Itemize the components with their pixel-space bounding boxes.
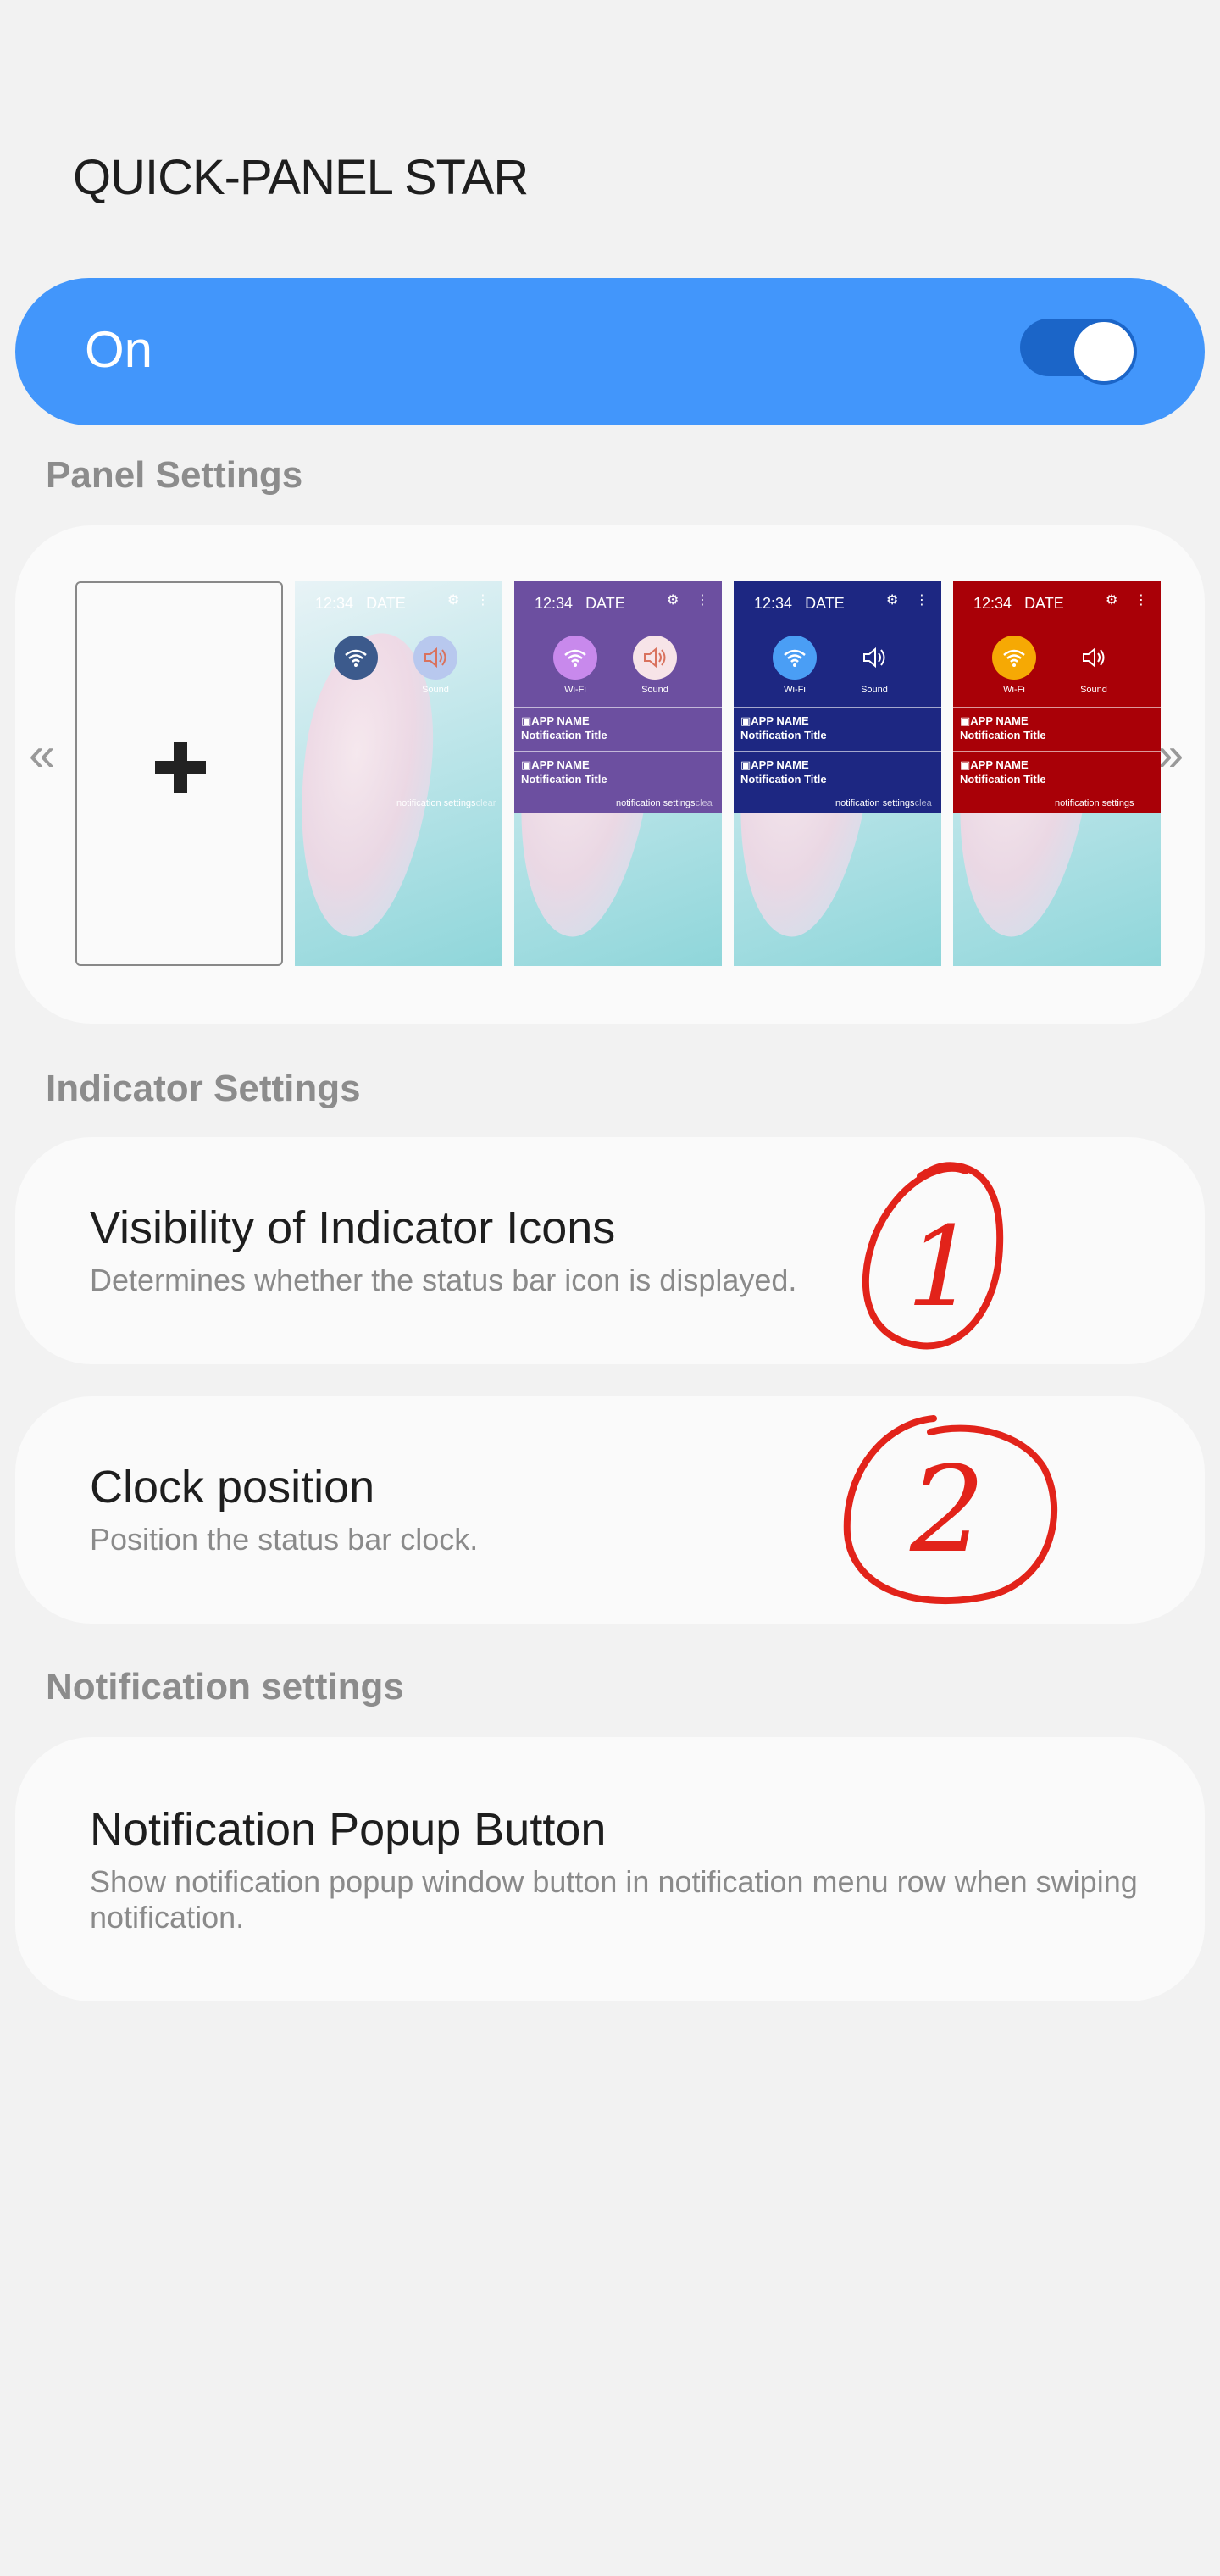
theme-thumbnail[interactable]: 12:34 DATE ⚙ ⋮ Sound notification settingscl…	[295, 581, 502, 966]
section-title-panel: Panel Settings	[46, 454, 303, 496]
notification-title: Notification Title	[960, 773, 1046, 786]
wifi-label: Wi-Fi	[1003, 685, 1025, 695]
setting-title: Notification Popup Button	[90, 1804, 607, 1855]
sound-icon	[1072, 636, 1116, 680]
carousel-prev-icon[interactable]: «	[29, 730, 55, 778]
theme-thumbnail[interactable]: 12:34 DATE ⚙ ⋮ Wi-Fi Sound ▣APP NAME Notificat…	[953, 581, 1161, 966]
app-icon: ▣	[960, 758, 971, 771]
theme-clock: 12:34 DATE	[535, 595, 625, 612]
setting-title: Visibility of Indicator Icons	[90, 1202, 616, 1253]
sound-label: Sound	[422, 685, 449, 695]
notification-item: ▣APP NAME Notification Title	[734, 707, 941, 749]
sound-icon	[413, 636, 458, 680]
notification-app-name: APP NAME	[751, 758, 809, 771]
notification-settings-link: notification settingsclear	[396, 798, 496, 808]
annotation-circle-2: 2	[843, 1415, 1057, 1605]
app-icon: ▣	[521, 758, 532, 771]
notification-item: ▣APP NAME Notification Title	[514, 751, 722, 793]
more-icon: ⋮	[915, 593, 929, 608]
wifi-label: Wi-Fi	[564, 685, 586, 695]
wifi-icon	[334, 636, 378, 680]
setting-title: Clock position	[90, 1462, 375, 1513]
gear-icon: ⚙	[886, 593, 899, 608]
notification-title: Notification Title	[740, 773, 827, 786]
wifi-label: Wi-Fi	[784, 685, 806, 695]
theme-clock: 12:34 DATE	[973, 595, 1064, 612]
notification-settings-link: notification settings	[1055, 798, 1134, 808]
quick-panel-shade	[295, 581, 502, 813]
notification-item: ▣APP NAME Notification Title	[734, 751, 941, 793]
theme-thumbnail[interactable]: 12:34 DATE ⚙ ⋮ Wi-Fi Sound ▣APP NAME Notificat…	[514, 581, 722, 966]
setting-description: Show notification popup window button in…	[90, 1864, 1138, 1935]
plus-icon	[174, 742, 187, 793]
theme-clock: 12:34 DATE	[315, 595, 406, 612]
notification-item: ▣APP NAME Notification Title	[514, 707, 722, 749]
sound-icon	[852, 636, 896, 680]
gear-icon: ⚙	[667, 593, 679, 608]
app-icon: ▣	[740, 714, 751, 727]
master-switch-label: On	[85, 321, 153, 378]
notification-app-name: APP NAME	[531, 758, 590, 771]
notification-app-name: APP NAME	[970, 758, 1029, 771]
notification-settings-link: notification settingsclea	[616, 798, 713, 808]
app-icon: ▣	[521, 714, 532, 727]
notification-app-name: APP NAME	[531, 714, 590, 727]
notification-app-name: APP NAME	[970, 714, 1029, 727]
toggle-thumb[interactable]	[1071, 319, 1137, 385]
sound-icon	[633, 636, 677, 680]
notification-title: Notification Title	[960, 729, 1046, 741]
annotation-number-1: 1	[907, 1202, 977, 1331]
add-theme-button[interactable]	[75, 581, 283, 966]
gear-icon: ⚙	[447, 593, 460, 608]
page-title: QUICK-PANEL STAR	[73, 150, 529, 205]
more-icon: ⋮	[1134, 593, 1148, 608]
wifi-icon	[773, 636, 817, 680]
theme-thumbnail[interactable]: 12:34 DATE ⚙ ⋮ Wi-Fi Sound ▣APP NAME Notificat…	[734, 581, 941, 966]
setting-notification-popup-button[interactable]: Notification Popup Button Show notificat…	[15, 1737, 1205, 2001]
more-icon: ⋮	[476, 593, 490, 608]
app-icon: ▣	[960, 714, 971, 727]
annotation-number-2: 2	[909, 1441, 985, 1579]
app-icon: ▣	[740, 758, 751, 771]
carousel-next-icon[interactable]: »	[1157, 730, 1184, 778]
notification-title: Notification Title	[521, 773, 607, 786]
setting-visibility-indicator-icons[interactable]: Visibility of Indicator Icons Determines…	[15, 1137, 1205, 1364]
section-title-indicator: Indicator Settings	[46, 1068, 361, 1109]
notification-settings-link: notification settingsclea	[835, 798, 932, 808]
notification-item: ▣APP NAME Notification Title	[953, 707, 1161, 749]
master-switch-bar[interactable]: On	[15, 278, 1205, 425]
notification-app-name: APP NAME	[751, 714, 809, 727]
notification-item: ▣APP NAME Notification Title	[953, 751, 1161, 793]
section-title-notification: Notification settings	[46, 1666, 404, 1707]
notification-title: Notification Title	[740, 729, 827, 741]
more-icon: ⋮	[696, 593, 709, 608]
sound-label: Sound	[641, 685, 668, 695]
wifi-icon	[992, 636, 1036, 680]
sound-label: Sound	[1080, 685, 1107, 695]
wifi-icon	[553, 636, 597, 680]
notification-title: Notification Title	[521, 729, 607, 741]
gear-icon: ⚙	[1106, 593, 1118, 608]
sound-label: Sound	[861, 685, 888, 695]
theme-clock: 12:34 DATE	[754, 595, 845, 612]
annotation-circle-1: 1	[862, 1162, 1004, 1350]
